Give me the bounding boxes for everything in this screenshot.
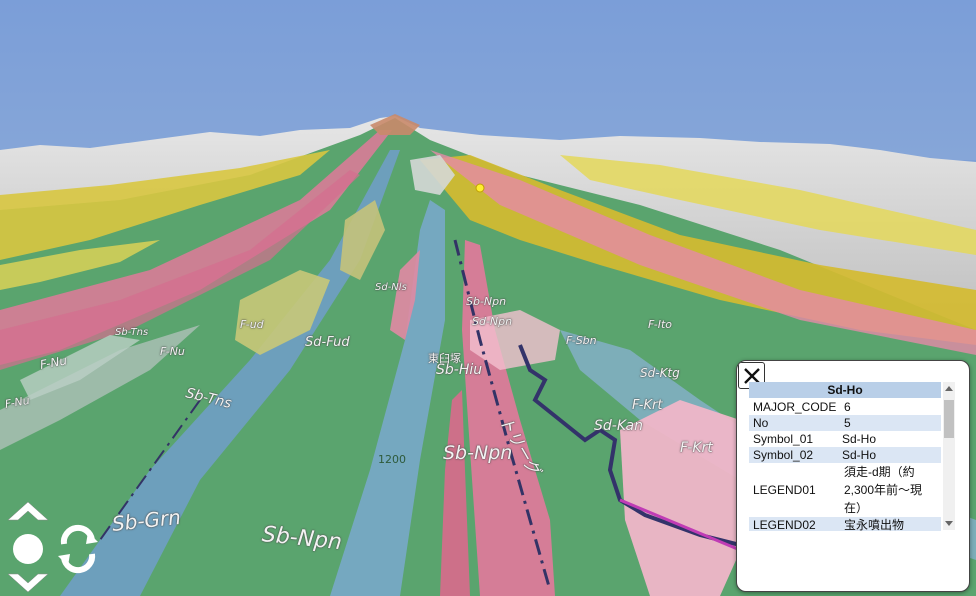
attr-value: 6 — [844, 400, 851, 414]
center-button[interactable] — [13, 534, 43, 564]
attr-value: Sd-Ho — [842, 448, 877, 462]
attr-row-symbol-01: Symbol_01 Sd-Ho — [749, 431, 941, 447]
chevron-down-icon — [7, 573, 49, 593]
attr-row-symbol-02: Symbol_02 Sd-Ho — [749, 447, 941, 463]
map-label: F-Krt — [680, 440, 713, 456]
circle-icon — [13, 534, 43, 564]
map-label: Sd-Kan — [594, 418, 643, 434]
attr-value: 5 — [844, 416, 851, 430]
scroll-down-arrow-icon[interactable] — [945, 521, 953, 526]
chevron-up-icon — [7, 501, 49, 521]
attr-value: 須走-d期（約2,300年前〜現在） — [844, 465, 923, 515]
map-label: Sb-Tns — [115, 327, 149, 338]
attr-key: LEGEND02 — [753, 518, 816, 531]
popup-scrollbar[interactable] — [943, 382, 955, 530]
map-label: F-Krt — [632, 398, 663, 413]
map-label: Sd-Nls — [375, 282, 407, 293]
attr-key: Symbol_02 — [753, 448, 814, 462]
attribute-table[interactable]: MAJOR_CODE 6 No 5 Symbol_01 Sd-Ho Symbol… — [749, 399, 941, 531]
feature-info-popup[interactable]: Sd-Ho MAJOR_CODE 6 No 5 Symbol_01 Sd-Ho … — [736, 360, 970, 592]
attr-value: 宝永噴出物 — [844, 518, 905, 531]
map-label: F-Sbn — [566, 334, 597, 347]
map-label: Sd-Npn — [472, 315, 513, 328]
map-label: Sb-Npn — [466, 295, 507, 308]
attr-key: Symbol_01 — [753, 432, 814, 446]
map-label: Sb-Npn — [443, 442, 513, 464]
attr-key: MAJOR_CODE — [753, 400, 837, 414]
location-marker[interactable] — [475, 183, 485, 193]
map-label: F-Ito — [648, 318, 672, 331]
attr-row-legend02: LEGEND02 宝永噴出物 — [749, 517, 941, 531]
tilt-down-button[interactable] — [7, 573, 49, 593]
map-label: 1200 — [378, 453, 406, 466]
attr-row-major-code: MAJOR_CODE 6 — [749, 399, 941, 415]
map-label: F-Nu — [160, 345, 185, 358]
popup-title: Sd-Ho — [749, 382, 941, 398]
navigation-control[interactable] — [0, 498, 110, 596]
scroll-thumb[interactable] — [944, 400, 954, 438]
map-label: F-ud — [240, 318, 264, 331]
scroll-up-arrow-icon[interactable] — [945, 386, 953, 391]
attr-row-legend01: LEGEND01 須走-d期（約2,300年前〜現在） — [749, 463, 941, 517]
attr-value: Sd-Ho — [842, 432, 877, 446]
attr-key: No — [753, 416, 769, 430]
map-label: Sd-Fud — [305, 335, 350, 350]
map-label: 東臼塚 — [428, 352, 461, 365]
attr-key: LEGEND01 — [753, 483, 816, 497]
tilt-up-button[interactable] — [7, 501, 49, 521]
map-label: Sd-Ktg — [640, 366, 680, 380]
rotate-button[interactable] — [58, 524, 98, 574]
attr-row-no: No 5 — [749, 415, 941, 431]
